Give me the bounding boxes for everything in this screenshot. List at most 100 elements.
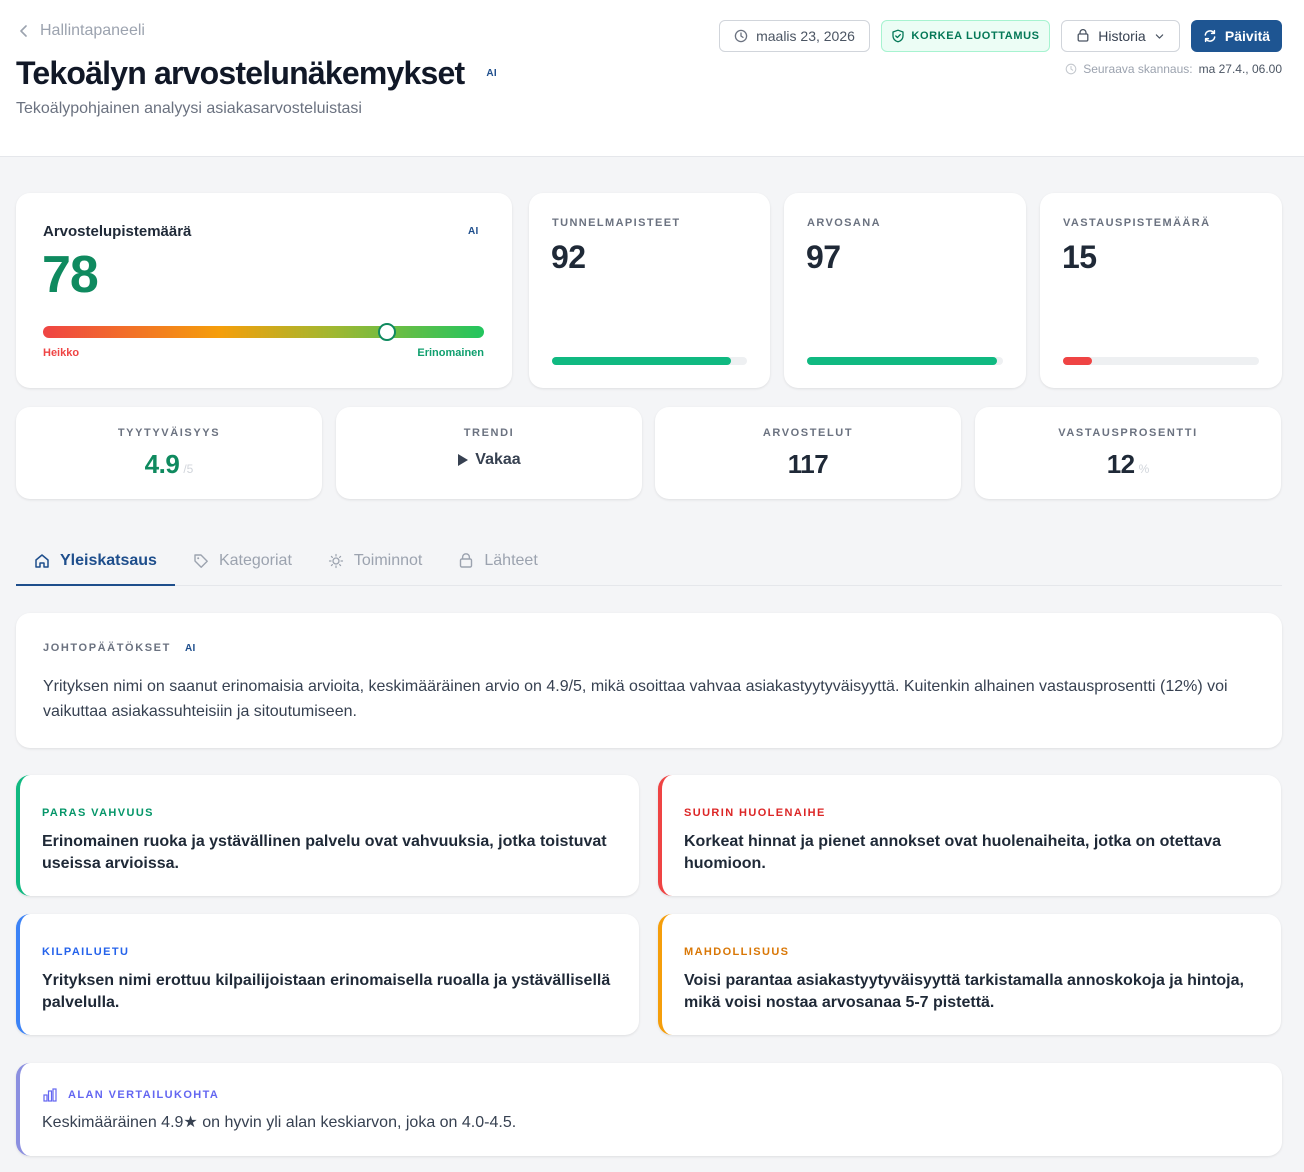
stat-label: ARVOSTELUT [762, 427, 854, 439]
history-dropdown[interactable]: Historia [1061, 20, 1180, 52]
tab-categories[interactable]: Kategoriat [175, 537, 310, 585]
next-scan-value: ma 27.4., 06.00 [1198, 62, 1282, 76]
back-link-label[interactable]: Hallintapaneeli [40, 22, 145, 40]
metric-label: VASTAUSPISTEMÄÄRÄ [1063, 217, 1211, 229]
metric-progress-track [1063, 357, 1259, 365]
industry-benchmark-card: ALAN VERTAILUKOHTA Keskimääräinen 4.9★ o… [16, 1063, 1282, 1156]
date-picker-button[interactable]: maalis 23, 2026 [719, 20, 870, 52]
next-scan-info: Seuraava skannaus: ma 27.4., 06.00 [1065, 62, 1282, 76]
stat-value-row: Vakaa [336, 451, 642, 469]
ai-badge: AI [184, 642, 196, 654]
insight-label: KILPAILUETU [42, 946, 130, 958]
stat-value-row: 117 [655, 449, 961, 480]
stat-value: 117 [787, 449, 829, 479]
lightbulb-icon [328, 553, 343, 569]
bar-chart-icon [43, 1088, 57, 1102]
stat-value-row: 4.9 /5 [16, 449, 322, 480]
update-button[interactable]: Päivitä [1191, 20, 1282, 52]
ai-badge: AI [486, 68, 497, 79]
tag-icon [194, 554, 208, 568]
insight-label: MAHDOLLISUUS [684, 946, 790, 958]
stat-value: 4.9 [144, 449, 180, 479]
metric-progress-track [552, 357, 747, 365]
triangle-right-icon [458, 454, 469, 466]
page-title: Tekoälyn arvostelunäkemykset [16, 55, 465, 91]
refresh-icon [1204, 29, 1216, 43]
advantage-insight-card: KILPAILUETU Yrityksen nimi erottuu kilpa… [16, 914, 639, 1035]
tab-overview[interactable]: Yleiskatsaus [16, 537, 175, 586]
metric-progress-track [807, 357, 1003, 365]
rating-score-card: ARVOSANA 97 [784, 193, 1026, 388]
opportunity-insight-card: MAHDOLLISUUS Voisi parantaa asiakastyyty… [658, 914, 1281, 1035]
conclusions-header: JOHTOPÄÄTÖKSET AI [43, 642, 196, 654]
insight-text: Korkeat hinnat ja pienet annokset ovat h… [684, 833, 1221, 872]
metric-label: ARVOSANA [807, 217, 881, 229]
conclusions-card: JOHTOPÄÄTÖKSET AI Yrityksen nimi on saan… [16, 613, 1282, 748]
insight-text: Erinomainen ruoka ja ystävällinen palvel… [42, 833, 607, 872]
strength-insight-card: PARAS VAHVUUS Erinomainen ruoka ja ystäv… [16, 775, 639, 896]
metric-progress-fill [807, 357, 998, 365]
tab-bar: Yleiskatsaus Kategoriat Toiminnot Lähtee… [16, 537, 1282, 586]
review-score-label: Arvostelupistemäärä [43, 223, 192, 240]
tab-actions[interactable]: Toiminnot [310, 537, 440, 585]
update-label: Päivitä [1224, 28, 1271, 44]
stat-value: Vakaa [475, 451, 521, 468]
scale-low-label: Heikko [43, 347, 80, 359]
score-indicator-knob [377, 323, 396, 341]
confidence-label: KORKEA LUOTTAMUS [911, 30, 1040, 42]
database-icon [460, 553, 473, 568]
insight-text: Voisi parantaa asiakastyytyväisyyttä tar… [684, 972, 1244, 1011]
stat-label: TYYTYVÄISYYS [117, 427, 221, 439]
benchmark-header: ALAN VERTAILUKOHTA [42, 1087, 219, 1103]
sentiment-score-card: TUNNELMAPISTEET 92 [529, 193, 770, 388]
home-icon [35, 553, 49, 568]
database-icon [1077, 29, 1089, 42]
date-label: maalis 23, 2026 [756, 28, 855, 44]
stat-label: TRENDI [463, 427, 515, 439]
stat-value-row: 12 % [975, 449, 1281, 480]
metric-value: 92 [551, 239, 586, 275]
insight-label: PARAS VAHVUUS [42, 807, 154, 819]
conclusions-label: JOHTOPÄÄTÖKSET [43, 642, 171, 654]
shield-check-icon [892, 29, 905, 43]
metric-value: 97 [806, 239, 841, 275]
tab-label: Kategoriat [218, 552, 292, 569]
title-row: Tekoälyn arvostelunäkemykset AI [16, 55, 497, 92]
insight-label: SUURIN HUOLENAIHE [684, 807, 826, 819]
review-score-value: 78 [42, 246, 99, 304]
chevron-left-icon [20, 25, 27, 37]
tab-label: Toiminnot [353, 552, 423, 569]
metric-value: 15 [1062, 239, 1097, 275]
ai-badge: AI [468, 226, 479, 237]
stat-unit: /5 [183, 462, 194, 476]
concern-insight-card: SUURIN HUOLENAIHE Korkeat hinnat ja pien… [658, 775, 1281, 896]
confidence-badge: KORKEA LUOTTAMUS [881, 20, 1050, 52]
score-gradient-bar [43, 323, 484, 341]
metric-progress-fill [552, 357, 732, 365]
metric-progress-fill [1063, 357, 1093, 365]
scale-high-label: Erinomainen [417, 347, 484, 359]
tab-label: Lähteet [484, 552, 538, 569]
response-score-card: VASTAUSPISTEMÄÄRÄ 15 [1040, 193, 1282, 388]
trend-card: TRENDI Vakaa [336, 407, 642, 499]
clock-icon [734, 29, 748, 43]
reviews-card: ARVOSTELUT 117 [655, 407, 961, 499]
satisfaction-card: TYYTYVÄISYYS 4.9 /5 [16, 407, 322, 499]
benchmark-label: ALAN VERTAILUKOHTA [68, 1089, 220, 1101]
stat-value: 12 [1106, 449, 1135, 479]
page-header: Hallintapaneeli Tekoälyn arvostelunäkemy… [0, 0, 1304, 157]
tab-sources[interactable]: Lähteet [440, 537, 555, 585]
insight-text: Yrityksen nimi erottuu kilpailijoistaan … [42, 972, 611, 1011]
history-label: Historia [1098, 28, 1146, 44]
response-rate-card: VASTAUSPROSENTTI 12 % [975, 407, 1281, 499]
conclusions-text: Yrityksen nimi on saanut erinomaisia arv… [43, 678, 1228, 720]
benchmark-text: Keskimääräinen 4.9★ on hyvin yli alan ke… [42, 1114, 517, 1131]
metric-label: TUNNELMAPISTEET [552, 217, 681, 229]
stat-unit: % [1138, 462, 1150, 476]
review-score-card: Arvostelupistemäärä 78 Heikko Erinomaine… [16, 193, 512, 388]
back-link[interactable]: Hallintapaneeli [18, 21, 145, 41]
chevron-down-icon [1155, 33, 1163, 39]
next-scan-label: Seuraava skannaus: [1083, 62, 1193, 76]
tab-label: Yleiskatsaus [60, 551, 157, 569]
clock-icon [1065, 63, 1077, 75]
